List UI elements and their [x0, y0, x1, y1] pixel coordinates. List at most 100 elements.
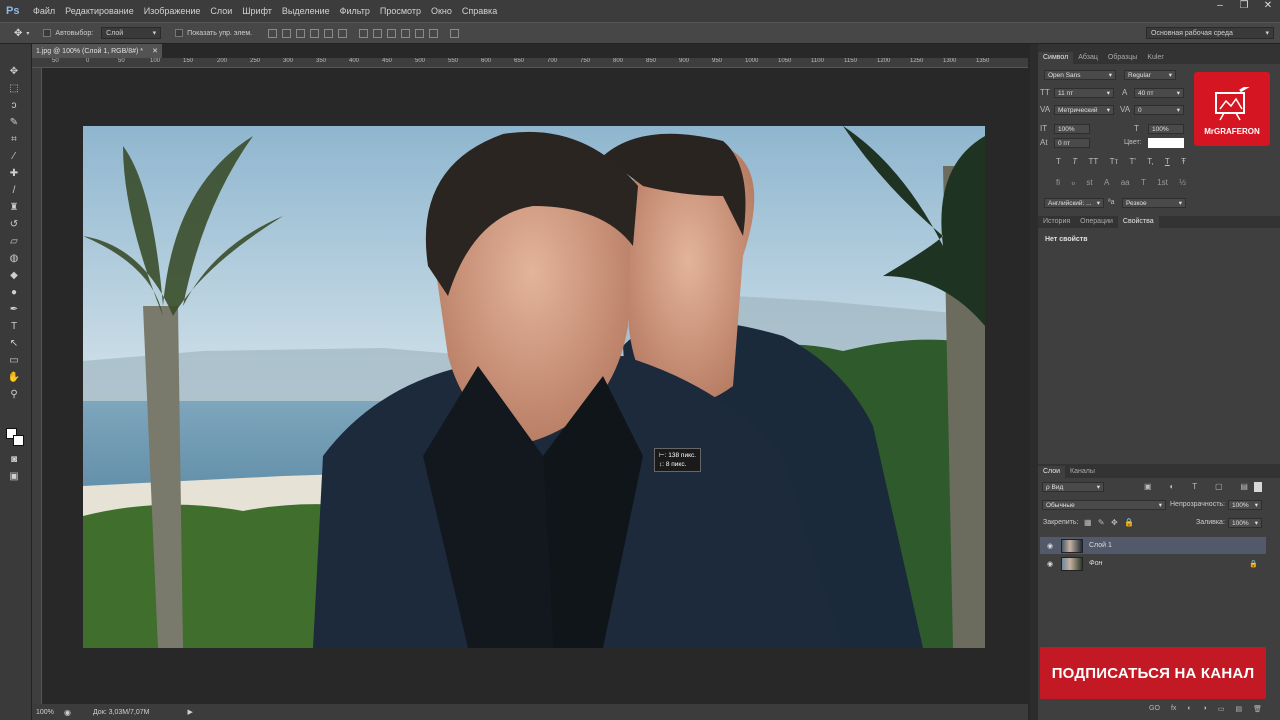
layer-name[interactable]: Фон: [1089, 560, 1102, 567]
menu-window[interactable]: Окно: [426, 6, 457, 16]
horizontal-scale-field[interactable]: 100%: [1148, 124, 1184, 134]
close-window-button[interactable]: ✕: [1256, 0, 1280, 14]
tool-preset-chevron-icon[interactable]: ▾: [26, 30, 29, 37]
menu-filter[interactable]: Фильтр: [335, 6, 375, 16]
distribute-top-icon[interactable]: [359, 28, 369, 38]
baseline-field[interactable]: 0 пт: [1054, 138, 1090, 148]
tab-layers[interactable]: Слои: [1038, 466, 1066, 478]
faux-italic-icon[interactable]: T: [1072, 157, 1077, 166]
menu-view[interactable]: Просмотр: [375, 6, 426, 16]
subscript-icon[interactable]: T,: [1147, 157, 1153, 166]
tab-properties[interactable]: Свойства: [1117, 216, 1159, 228]
menu-edit[interactable]: Редактирование: [60, 6, 139, 16]
lock-transparency-icon[interactable]: ▦: [1084, 518, 1092, 527]
type-tool-icon[interactable]: T: [6, 319, 22, 333]
status-info-icon[interactable]: ◉: [64, 708, 71, 717]
status-arrow-icon[interactable]: ▶: [188, 708, 193, 716]
align-hcenter-icon[interactable]: [324, 28, 334, 38]
link-layers-icon[interactable]: GO: [1149, 705, 1160, 719]
fill-field[interactable]: 100% ▾: [1228, 518, 1262, 528]
align-bottom-icon[interactable]: [296, 28, 306, 38]
filter-type-icon[interactable]: T: [1192, 482, 1197, 491]
rectangle-tool-icon[interactable]: ▭: [6, 353, 22, 367]
quick-mask-icon[interactable]: ◙: [6, 452, 22, 466]
ligatures-icon[interactable]: fi: [1056, 178, 1060, 187]
align-left-icon[interactable]: [310, 28, 320, 38]
strikethrough-icon[interactable]: Ŧ: [1181, 157, 1186, 166]
filter-shape-icon[interactable]: ▢: [1215, 482, 1223, 491]
move-tool-icon[interactable]: ✥: [6, 64, 22, 78]
workspace-dropdown[interactable]: Основная рабочая среда ▾: [1146, 27, 1274, 39]
ordinals-icon[interactable]: 1st: [1157, 178, 1168, 187]
menu-file[interactable]: Файл: [28, 6, 60, 16]
pen-tool-icon[interactable]: ✒: [6, 302, 22, 316]
healing-tool-icon[interactable]: ✚: [6, 166, 22, 180]
fractions-icon[interactable]: ½: [1179, 178, 1186, 187]
layer-name[interactable]: Слой 1: [1089, 542, 1112, 549]
distribute-vcenter-icon[interactable]: [373, 28, 383, 38]
filter-pixel-icon[interactable]: ▣: [1144, 482, 1152, 491]
tab-history[interactable]: История: [1038, 216, 1075, 228]
language-select[interactable]: Английский: ... ▾: [1044, 198, 1104, 208]
filter-smart-icon[interactable]: ▤: [1240, 482, 1248, 491]
fx-icon[interactable]: fx: [1171, 705, 1176, 719]
close-tab-icon[interactable]: ✕: [152, 47, 158, 55]
show-controls-checkbox[interactable]: [175, 29, 184, 37]
menu-help[interactable]: Справка: [457, 6, 502, 16]
swash-icon[interactable]: A: [1104, 178, 1109, 187]
font-style-select[interactable]: Regular ▾: [1124, 70, 1176, 80]
alt-ligatures-icon[interactable]: ℴ: [1071, 178, 1075, 187]
filter-adjustment-icon[interactable]: ◐: [1169, 482, 1174, 491]
crop-tool-icon[interactable]: ⌗: [6, 132, 22, 146]
clone-stamp-tool-icon[interactable]: ♜: [6, 200, 22, 214]
path-select-tool-icon[interactable]: ↖: [6, 336, 22, 350]
auto-select-dropdown[interactable]: Слой ▾: [101, 27, 162, 39]
minimize-button[interactable]: –: [1208, 0, 1232, 14]
background-color-swatch[interactable]: [13, 435, 24, 446]
blend-mode-select[interactable]: Обычные ▾: [1042, 500, 1166, 510]
distribute-left-icon[interactable]: [401, 28, 411, 38]
marquee-tool-icon[interactable]: ⬚: [6, 81, 22, 95]
align-top-icon[interactable]: [268, 28, 278, 38]
history-brush-tool-icon[interactable]: ↺: [6, 217, 22, 231]
visibility-eye-icon[interactable]: ◉: [1045, 542, 1055, 550]
distribute-right-icon[interactable]: [429, 28, 439, 38]
layer-row-layer1[interactable]: ◉ Слой 1: [1040, 537, 1266, 554]
tracking-field[interactable]: 0 ▾: [1134, 105, 1184, 115]
menu-layers[interactable]: Слои: [205, 6, 237, 16]
small-caps-icon[interactable]: Tт: [1110, 157, 1119, 166]
eraser-tool-icon[interactable]: ▱: [6, 234, 22, 248]
tab-channels[interactable]: Каналы: [1065, 466, 1100, 478]
trash-icon[interactable]: 🗑: [1253, 705, 1262, 719]
document-tab[interactable]: 1.jpg @ 100% (Слой 1, RGB/8#) * ✕: [32, 44, 162, 58]
brush-tool-icon[interactable]: /: [6, 183, 22, 197]
tab-kuler[interactable]: Kuler: [1142, 52, 1168, 64]
lock-all-icon[interactable]: 🔒: [1124, 518, 1134, 527]
font-size-field[interactable]: 11 пт ▾: [1054, 88, 1114, 98]
menu-image[interactable]: Изображение: [139, 6, 206, 16]
antialias-select[interactable]: Резкое ▾: [1122, 198, 1186, 208]
titling-icon[interactable]: aa: [1121, 178, 1130, 187]
paint-bucket-tool-icon[interactable]: ◍: [6, 251, 22, 265]
align-vcenter-icon[interactable]: [282, 28, 292, 38]
filter-toggle-icon[interactable]: [1254, 482, 1262, 492]
maximize-button[interactable]: ❐: [1232, 0, 1256, 14]
distribute-hcenter-icon[interactable]: [415, 28, 425, 38]
quick-select-tool-icon[interactable]: ✎: [6, 115, 22, 129]
dodge-tool-icon[interactable]: ●: [6, 285, 22, 299]
canvas-area[interactable]: ⊢: 138 пикс. ↕: 8 пикс.: [42, 68, 1028, 704]
auto-select-checkbox[interactable]: [43, 29, 52, 37]
lock-pixels-icon[interactable]: ✎: [1098, 518, 1105, 527]
tab-paragraph[interactable]: Абзац: [1073, 52, 1103, 64]
faux-bold-icon[interactable]: T: [1056, 157, 1061, 166]
auto-align-icon[interactable]: [450, 28, 460, 38]
leading-field[interactable]: 40 пт ▾: [1134, 88, 1184, 98]
lasso-tool-icon[interactable]: ↄ: [6, 98, 22, 112]
eyedropper-tool-icon[interactable]: ⁄: [6, 149, 22, 163]
ornaments-icon[interactable]: T: [1141, 178, 1146, 187]
vertical-scale-field[interactable]: 100%: [1054, 124, 1090, 134]
menu-select[interactable]: Выделение: [277, 6, 335, 16]
document-image[interactable]: [83, 126, 985, 648]
tab-actions[interactable]: Операции: [1075, 216, 1118, 228]
layer-filter-select[interactable]: ρ Вид ▾: [1042, 482, 1104, 492]
